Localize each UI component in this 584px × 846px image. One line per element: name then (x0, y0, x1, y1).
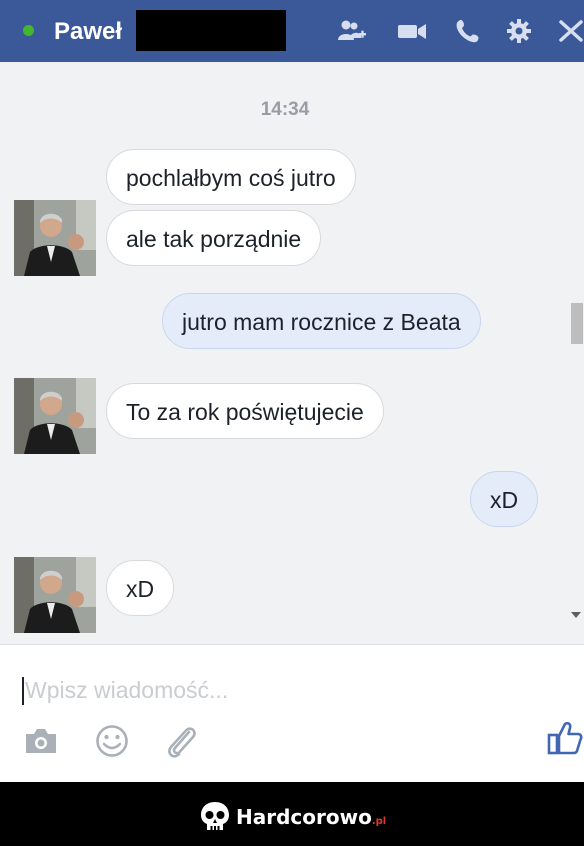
message-bubble-outgoing[interactable]: xD (470, 471, 539, 527)
emoji-icon[interactable] (93, 722, 131, 760)
watermark-text: Hardcorowo.pl (236, 805, 386, 829)
message-timestamp: 14:34 (260, 99, 310, 120)
message-input[interactable] (22, 673, 525, 707)
skull-logo-icon (198, 800, 232, 834)
gear-icon[interactable] (504, 17, 534, 45)
online-status-dot (23, 25, 34, 36)
close-icon[interactable] (556, 17, 584, 45)
message-bubble-incoming[interactable]: To za rok poświętujecie (106, 383, 384, 439)
attachment-icon[interactable] (162, 722, 200, 760)
message-bubble-incoming[interactable]: pochlałbym coś jutro (106, 149, 356, 205)
scrollbar-thumb[interactable] (571, 303, 583, 344)
thread-scrollbar[interactable] (568, 62, 584, 644)
contact-avatar[interactable] (14, 557, 96, 633)
phone-icon[interactable] (454, 17, 484, 45)
like-icon[interactable] (546, 719, 584, 757)
message-composer (0, 644, 584, 783)
message-bubble-incoming[interactable]: ale tak porządnie (106, 210, 322, 266)
contact-avatar[interactable] (14, 378, 96, 454)
contact-name[interactable]: Paweł (54, 18, 122, 46)
message-thread[interactable]: 14:34 pochlałbym coś jutro ale tak porzą… (0, 62, 584, 644)
redacted-surname (136, 10, 286, 51)
chat-header: Paweł (0, 0, 584, 62)
camera-icon[interactable] (22, 722, 60, 760)
scroll-down-arrow[interactable] (571, 612, 581, 618)
watermark-tld: .pl (371, 816, 387, 827)
message-bubble-outgoing[interactable]: jutro mam rocznice z Beata (162, 293, 481, 349)
watermark-bar: Hardcorowo.pl (0, 782, 584, 846)
add-people-icon[interactable] (337, 17, 367, 45)
message-bubble-incoming[interactable]: xD (106, 560, 175, 616)
contact-avatar[interactable] (14, 200, 96, 276)
watermark-brand: Hardcorowo (236, 805, 372, 829)
video-call-icon[interactable] (397, 17, 427, 45)
